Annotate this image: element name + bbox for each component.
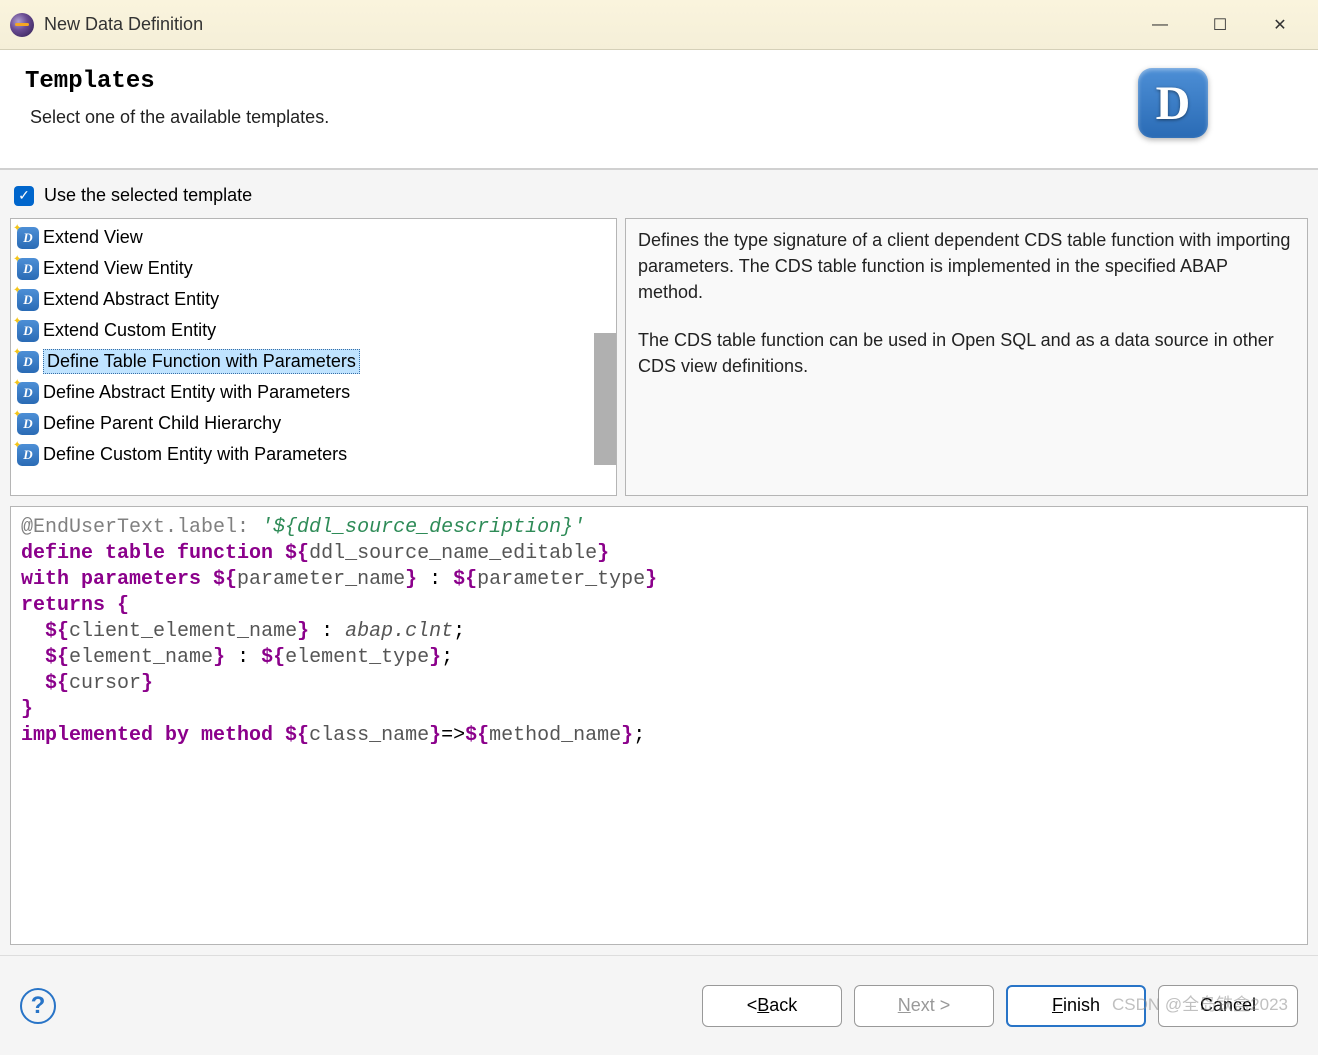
template-icon: D bbox=[17, 351, 39, 373]
window-title: New Data Definition bbox=[44, 14, 1142, 35]
template-item-extend-custom-entity[interactable]: D Extend Custom Entity bbox=[17, 315, 610, 346]
close-button[interactable]: ✕ bbox=[1262, 10, 1298, 40]
cancel-button[interactable]: Cancel bbox=[1158, 985, 1298, 1027]
template-list[interactable]: D Extend View D Extend View Entity D Ext… bbox=[10, 218, 617, 496]
use-template-checkbox[interactable]: ✓ bbox=[14, 186, 34, 206]
footer: ? < Back Next > Finish Cancel bbox=[0, 955, 1318, 1055]
template-item-define-parent-child[interactable]: D Define Parent Child Hierarchy bbox=[17, 408, 610, 439]
description-p1: Defines the type signature of a client d… bbox=[638, 227, 1295, 305]
template-icon: D bbox=[17, 258, 39, 280]
titlebar: New Data Definition — ☐ ✕ bbox=[0, 0, 1318, 50]
template-item-extend-view[interactable]: D Extend View bbox=[17, 222, 610, 253]
use-template-row: ✓ Use the selected template bbox=[10, 185, 1308, 206]
template-description: Defines the type signature of a client d… bbox=[625, 218, 1308, 496]
back-button[interactable]: < Back bbox=[702, 985, 842, 1027]
template-icon: D bbox=[17, 289, 39, 311]
next-button: Next > bbox=[854, 985, 994, 1027]
template-icon: D bbox=[17, 413, 39, 435]
data-definition-icon: D bbox=[1138, 68, 1208, 138]
template-item-define-abstract-entity[interactable]: D Define Abstract Entity with Parameters bbox=[17, 377, 610, 408]
page-subtitle: Select one of the available templates. bbox=[30, 107, 329, 128]
use-template-label: Use the selected template bbox=[44, 185, 252, 206]
template-item-extend-view-entity[interactable]: D Extend View Entity bbox=[17, 253, 610, 284]
finish-button[interactable]: Finish bbox=[1006, 985, 1146, 1027]
template-icon: D bbox=[17, 382, 39, 404]
template-icon: D bbox=[17, 320, 39, 342]
window-controls: — ☐ ✕ bbox=[1142, 10, 1298, 40]
page-title: Templates bbox=[25, 68, 329, 95]
code-preview: @EndUserText.label: '${ddl_source_descri… bbox=[10, 506, 1308, 945]
template-icon: D bbox=[17, 444, 39, 466]
template-item-extend-abstract-entity[interactable]: D Extend Abstract Entity bbox=[17, 284, 610, 315]
eclipse-icon bbox=[10, 13, 34, 37]
maximize-button[interactable]: ☐ bbox=[1202, 10, 1238, 40]
template-item-define-table-function[interactable]: D Define Table Function with Parameters bbox=[17, 346, 610, 377]
header-panel: Templates Select one of the available te… bbox=[0, 50, 1318, 170]
template-icon: D bbox=[17, 227, 39, 249]
content-area: ✓ Use the selected template D Extend Vie… bbox=[0, 170, 1318, 955]
description-p2: The CDS table function can be used in Op… bbox=[638, 327, 1295, 379]
minimize-button[interactable]: — bbox=[1142, 10, 1178, 40]
template-item-define-custom-entity[interactable]: D Define Custom Entity with Parameters bbox=[17, 439, 610, 470]
template-list-scrollbar[interactable] bbox=[594, 333, 616, 465]
help-button[interactable]: ? bbox=[20, 988, 56, 1024]
